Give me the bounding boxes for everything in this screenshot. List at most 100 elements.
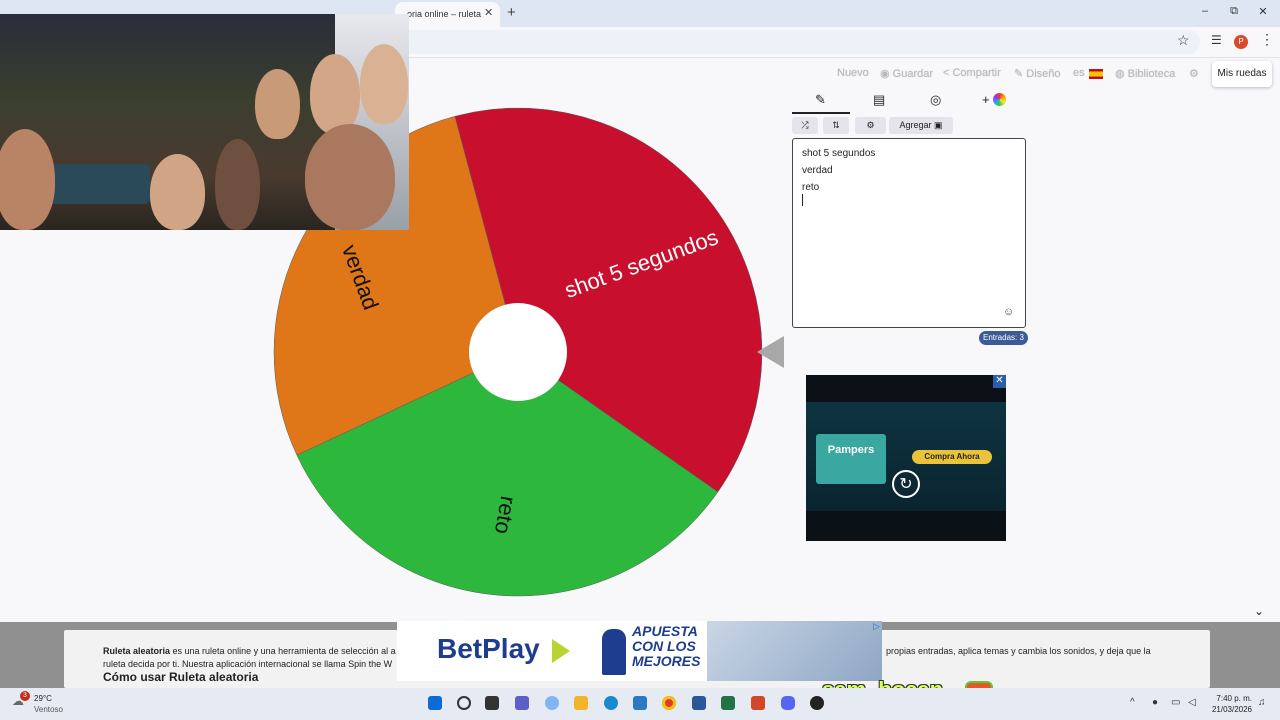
- entry-line: shot 5 segundos: [802, 148, 876, 159]
- search-icon[interactable]: [457, 696, 471, 710]
- save-label: Guardar: [892, 68, 934, 80]
- edge-icon[interactable]: [604, 696, 618, 710]
- webcam-person: [310, 54, 360, 134]
- editor-tabs: ✎ ▤ ◎ +: [792, 92, 1026, 114]
- adchoices-icon[interactable]: ▷: [873, 621, 880, 632]
- webcam-person: [360, 44, 408, 124]
- new-button[interactable]: Nuevo: [837, 67, 869, 79]
- copilot-icon[interactable]: [545, 696, 559, 710]
- language-selector[interactable]: es: [1073, 67, 1085, 79]
- omnibox[interactable]: [380, 30, 1200, 54]
- sort-button[interactable]: ⇅: [823, 117, 849, 134]
- webcam-overlay: [0, 14, 409, 230]
- entry-line: verdad: [802, 165, 833, 176]
- replay-icon[interactable]: ↻: [892, 470, 920, 498]
- webcam-person: [305, 124, 395, 230]
- ad-brand-label: Pampers: [827, 444, 875, 456]
- betplay-arrow-icon: [552, 639, 570, 663]
- entries-textarea[interactable]: shot 5 segundos verdad reto: [792, 138, 1026, 328]
- tab-close-icon[interactable]: ✕: [484, 6, 493, 19]
- network-icon[interactable]: ▭: [1171, 697, 1180, 708]
- design-label: Diseño: [1026, 68, 1061, 80]
- close-window-button[interactable]: ✕: [1253, 5, 1273, 18]
- add-wheel-tab[interactable]: +: [982, 92, 1007, 107]
- design-button[interactable]: ✎ Diseño: [1014, 67, 1061, 80]
- add-label: Agregar: [899, 120, 932, 130]
- betplay-logo: BetPlay: [437, 633, 540, 664]
- text-cursor: [802, 194, 803, 206]
- minimize-button[interactable]: –: [1195, 5, 1215, 17]
- notifications-bell-icon[interactable]: ♫: [1258, 697, 1266, 708]
- save-button[interactable]: ◉ Guardar: [880, 67, 933, 80]
- emoji-icon[interactable]: ☺: [1003, 306, 1014, 318]
- share-label: Compartir: [952, 67, 1001, 79]
- file-explorer-icon[interactable]: [574, 696, 588, 710]
- description-text-right: propias entradas, aplica temas y cambia …: [886, 646, 1151, 656]
- betplay-photo: [707, 621, 882, 681]
- weather-description[interactable]: Ventoso: [34, 705, 63, 714]
- betplay-banner-ad[interactable]: BetPlay APUESTA CON LOS MEJORES ▷: [397, 621, 882, 681]
- edit-tab-pencil-icon[interactable]: ✎: [815, 92, 826, 108]
- powerpoint-icon[interactable]: [751, 696, 765, 710]
- plus-icon: +: [982, 92, 990, 107]
- chat-icon[interactable]: [515, 696, 529, 710]
- my-wheels-button[interactable]: Mis ruedas: [1212, 61, 1272, 87]
- app-icon[interactable]: [810, 696, 824, 710]
- ad-brand-box: Pampers: [816, 434, 886, 484]
- description-heading: Cómo usar Ruleta aleatoria: [103, 670, 259, 684]
- restore-button[interactable]: ⧉: [1224, 5, 1244, 18]
- description-line1: es una ruleta online y una herramienta d…: [170, 646, 396, 656]
- spain-flag-icon: [1089, 69, 1103, 79]
- ad-cta-button[interactable]: Compra Ahora: [912, 450, 992, 464]
- discord-icon[interactable]: [781, 696, 795, 710]
- microphone-icon[interactable]: ●: [1152, 697, 1158, 708]
- clock-date[interactable]: 21/03/2026: [1206, 705, 1252, 714]
- video-ad[interactable]: Pampers Compra Ahora ↻: [806, 375, 1006, 541]
- notification-badge: 3: [20, 691, 30, 701]
- word-icon[interactable]: [692, 696, 706, 710]
- description-line2: ruleta decida por ti. Nuestra aplicación…: [103, 659, 393, 669]
- library-button[interactable]: ◍ Biblioteca: [1115, 67, 1175, 80]
- bookmark-star-icon[interactable]: ☆: [1177, 32, 1190, 49]
- betplay-slogan: APUESTA CON LOS MEJORES: [632, 623, 701, 669]
- profile-avatar[interactable]: P: [1234, 35, 1248, 49]
- player-silhouette: [602, 629, 626, 675]
- ad-video-frame: Pampers Compra Ahora ↻: [806, 402, 1006, 511]
- settings-icon[interactable]: ⚙: [1189, 67, 1199, 80]
- webcam-person: [215, 139, 260, 230]
- library-label: Biblioteca: [1127, 68, 1176, 80]
- wheel-center[interactable]: [469, 303, 567, 401]
- webcam-person: [150, 154, 205, 230]
- excel-icon[interactable]: [721, 696, 735, 710]
- start-icon[interactable]: [428, 696, 442, 710]
- chevron-up-icon[interactable]: ^: [1130, 697, 1135, 708]
- webcam-person: [255, 69, 300, 139]
- chrome-icon[interactable]: [662, 696, 676, 710]
- weather-temperature[interactable]: 29°C: [34, 694, 52, 703]
- description-bold: Ruleta aleatoria: [103, 646, 171, 656]
- webcam-person: [0, 129, 55, 230]
- shuffle-button[interactable]: ⤮: [792, 117, 818, 134]
- share-button[interactable]: < Compartir: [943, 67, 1001, 79]
- browser-menu-icon[interactable]: ⋮: [1260, 31, 1274, 48]
- results-tab-clipboard-icon[interactable]: ▤: [873, 92, 885, 108]
- entries-count-badge: Entradas: 3: [979, 331, 1028, 345]
- store-icon[interactable]: [633, 696, 647, 710]
- task-view-icon[interactable]: [485, 696, 499, 710]
- pencil-icon: ✎: [1014, 68, 1027, 80]
- extensions-icon[interactable]: ☰: [1211, 33, 1222, 47]
- new-tab-button[interactable]: +: [507, 4, 516, 21]
- color-wheel-icon: [993, 93, 1007, 106]
- entry-line: reto: [802, 182, 820, 193]
- add-image-button[interactable]: Agregar ▣: [889, 117, 953, 134]
- image-icon: ▣: [934, 120, 943, 130]
- globe-icon: ◍: [1115, 68, 1128, 80]
- chevron-down-icon[interactable]: ⌄: [1254, 604, 1264, 618]
- active-tab-underline: [792, 112, 850, 114]
- ad-close-icon[interactable]: ✕: [993, 375, 1006, 388]
- hidden-tab-eye-icon[interactable]: ◎: [930, 92, 941, 108]
- wheel-pointer-icon: [757, 336, 784, 368]
- clock-time[interactable]: 7:40 p. m.: [1212, 694, 1252, 703]
- entry-settings-button[interactable]: ⚙: [855, 117, 886, 134]
- volume-icon[interactable]: ◁: [1188, 697, 1196, 708]
